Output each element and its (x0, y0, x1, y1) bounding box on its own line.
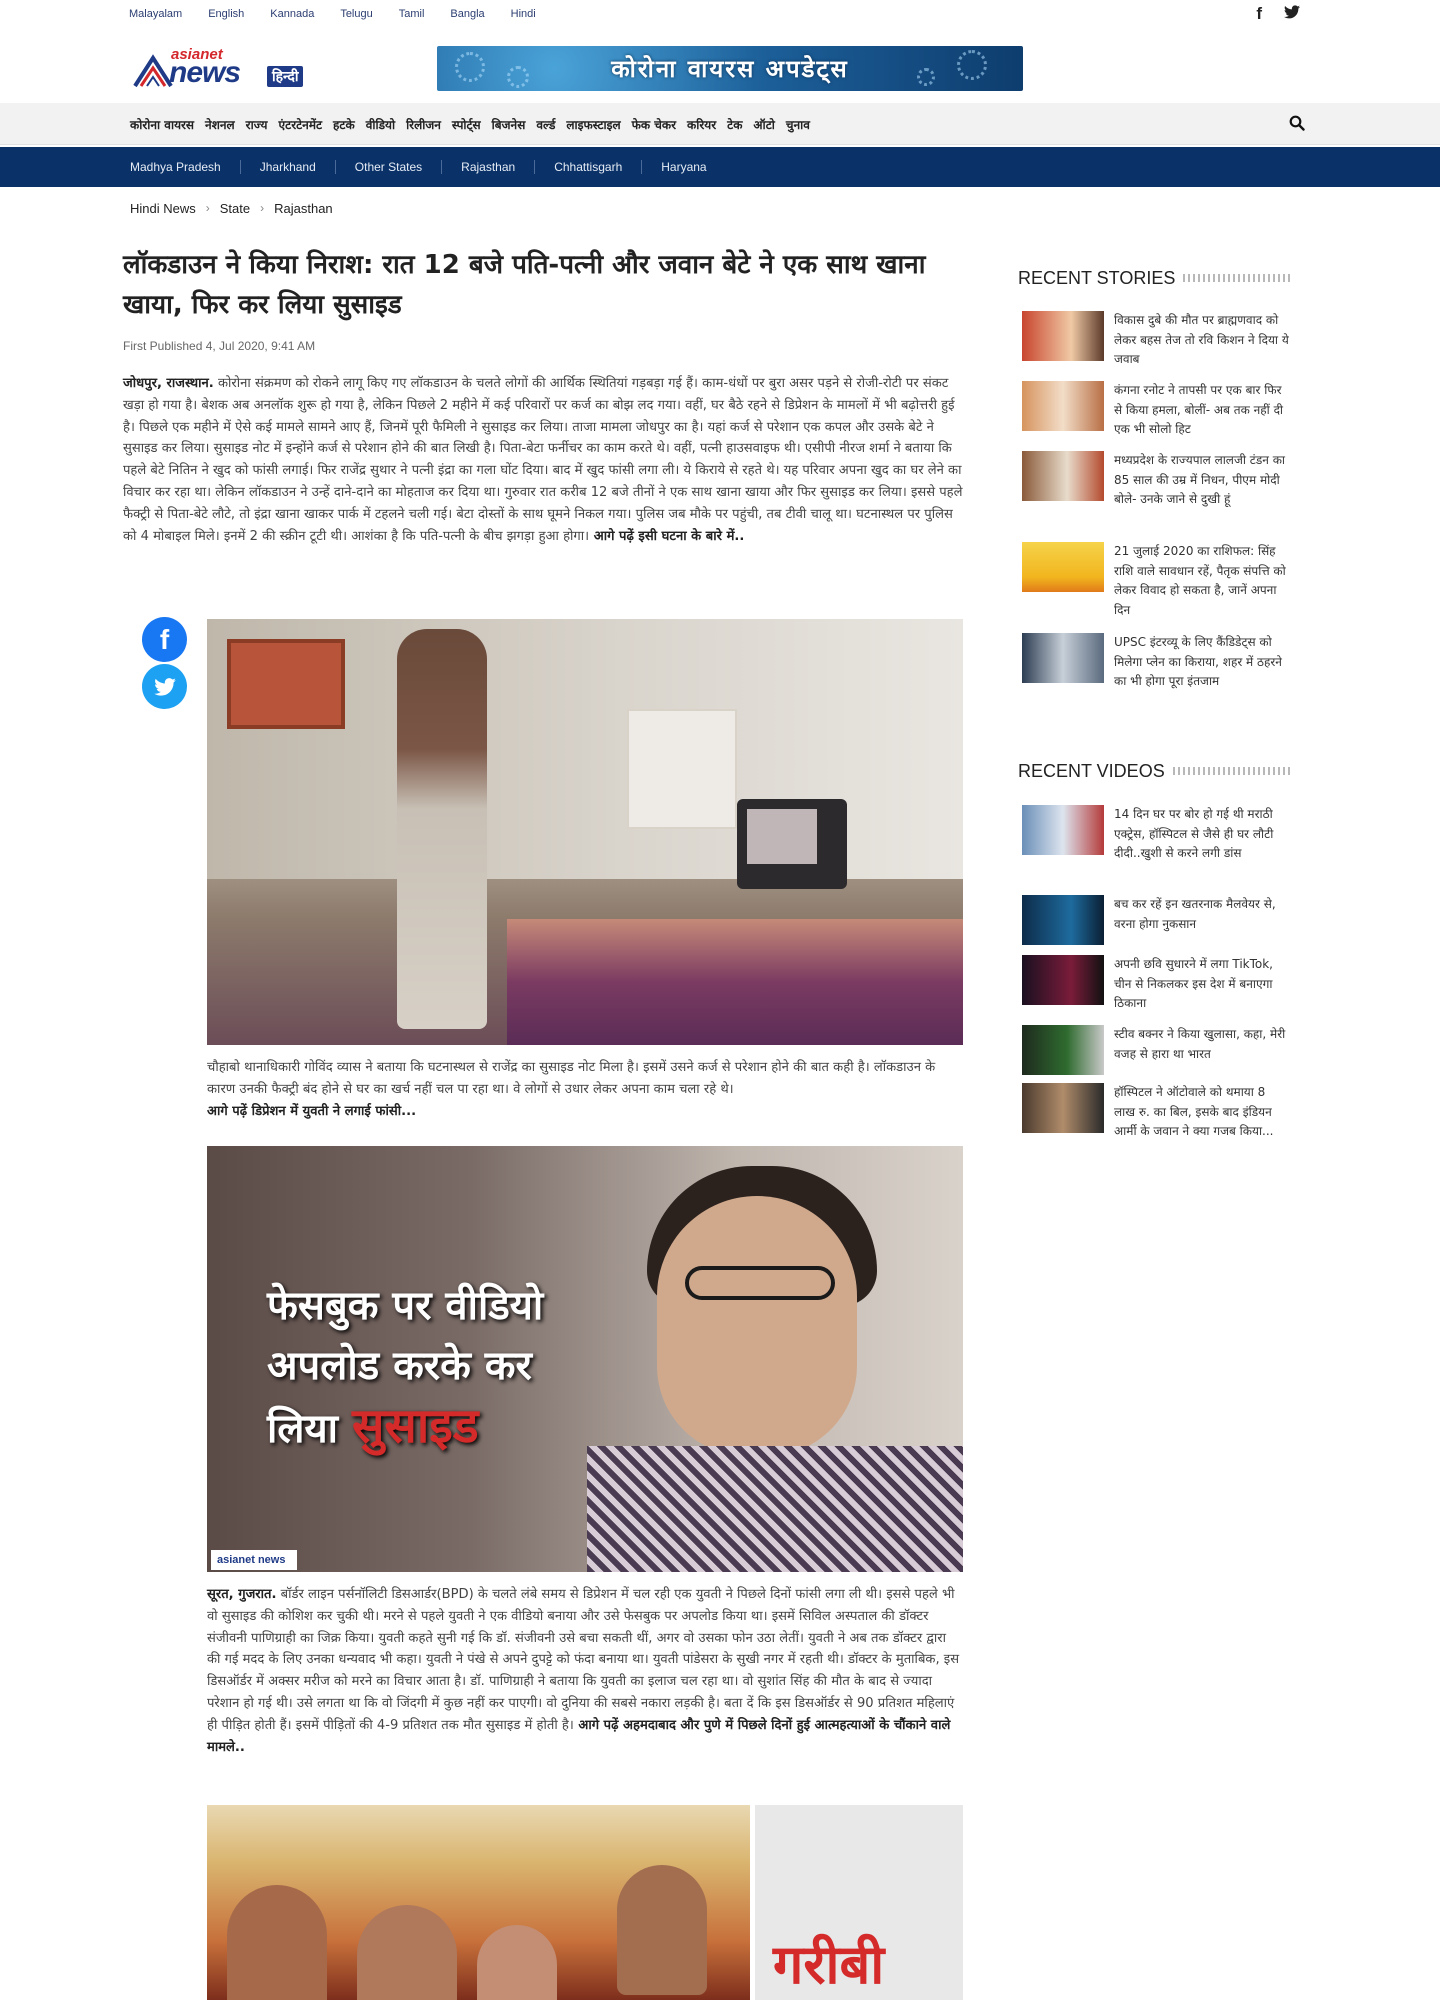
story-title: 21 जुलाई 2020 का राशिफल: सिंह राशि वाले … (1114, 544, 1286, 617)
image4-text: गरीबी (773, 1933, 885, 1996)
breadcrumb-state[interactable]: State (220, 201, 250, 216)
nav-item-tech[interactable]: टेक (727, 116, 742, 133)
caption2-dateline: सूरत, गुजरात. (207, 1587, 277, 1602)
nav-item-religion[interactable]: रिलीजन (406, 116, 441, 133)
search-icon[interactable] (1289, 115, 1305, 135)
story-title: कंगना रनोट ने तापसी पर एक बार फिर से किय… (1114, 383, 1284, 436)
lang-kannada[interactable]: Kannada (270, 8, 314, 20)
story-title: UPSC इंटरव्यू के लिए कैंडिडेट्स को मिलेग… (1114, 635, 1282, 688)
video-title: स्टीव बक्नर ने किया खुलासा, कहा, मेरी वज… (1114, 1027, 1286, 1061)
video-thumbnail (1022, 1083, 1104, 1133)
banner-text: कोरोना वायरस अपडेट्स (611, 55, 849, 83)
story-thumbnail (1022, 311, 1104, 361)
state-subnav: Madhya Pradesh Jharkhand Other States Ra… (0, 147, 1440, 187)
nav-item-career[interactable]: करियर (687, 116, 716, 133)
logo-lang: हिन्दी (267, 66, 304, 87)
facebook-icon[interactable]: f (1256, 4, 1262, 24)
lang-english[interactable]: English (208, 8, 244, 20)
language-list: Malayalam English Kannada Telugu Tamil B… (129, 8, 562, 20)
asianet-watermark: asianet news हिन्दी (211, 1550, 297, 1570)
nav-item-national[interactable]: नेशनल (205, 116, 235, 133)
story-thumbnail (1022, 451, 1104, 501)
subnav-rajasthan[interactable]: Rajasthan (461, 160, 536, 174)
site-logo[interactable]: asianet news हिन्दी (133, 46, 321, 90)
nav-item-business[interactable]: बिजनेस (492, 116, 526, 133)
chevron-right-icon: › (260, 201, 265, 215)
logo-mark-icon (133, 54, 173, 88)
intro-read-more[interactable]: आगे पढ़ें इसी घटना के बारे में.. (589, 529, 745, 544)
main-nav: कोरोना वायरस नेशनल राज्य एंटरटेनमेंट हटक… (0, 103, 1440, 145)
lang-bangla[interactable]: Bangla (450, 8, 484, 20)
article-title: लॉकडाउन ने किया निराश: रात 12 बजे पति-पत… (123, 250, 926, 320)
video-thumbnail (1022, 1025, 1104, 1075)
video-title: 14 दिन घर पर बोर हो गई थी मराठी एक्ट्रेस… (1114, 807, 1274, 860)
corona-updates-banner[interactable]: कोरोना वायरस अपडेट्स (437, 46, 1023, 91)
nav-item-lifestyle[interactable]: लाइफस्टाइल (566, 116, 620, 133)
social-links: f (1256, 4, 1300, 24)
image2-caption: सूरत, गुजरात. बॉर्डर लाइन पर्सनॉलिटी डिस… (207, 1584, 963, 1758)
nav-item-states[interactable]: राज्य (246, 116, 268, 133)
video-thumbnail (1022, 805, 1104, 855)
header: asianet news हिन्दी कोरोना वायरस अपडेट्स (0, 28, 1440, 103)
lang-tamil[interactable]: Tamil (399, 8, 425, 20)
story-title: विकास दुबे की मौत पर ब्राह्मणवाद को लेकर… (1114, 313, 1289, 366)
lang-telugu[interactable]: Telugu (340, 8, 372, 20)
article: लॉकडाउन ने किया निराश: रात 12 बजे पति-पत… (123, 245, 963, 547)
logo-name: news (169, 56, 241, 89)
nav-item-corona[interactable]: कोरोना वायरस (130, 116, 194, 133)
language-bar: Malayalam English Kannada Telugu Tamil B… (0, 0, 1440, 28)
sidebar: RECENT STORIES विकास दुबे की मौत पर ब्रा… (1018, 265, 1290, 1138)
nav-item-auto[interactable]: ऑटो (753, 116, 774, 133)
lang-malayalam[interactable]: Malayalam (129, 8, 182, 20)
subnav-haryana[interactable]: Haryana (661, 160, 725, 174)
caption2-body: बॉर्डर लाइन पर्सनॉलिटी डिसआर्डर(BPD) के … (207, 1587, 960, 1733)
intro-body: कोरोना संक्रमण को रोकने लागू किए गए लॉकड… (123, 376, 963, 544)
article-image-family-room (207, 619, 963, 1045)
breadcrumb: Hindi News › State › Rajasthan (130, 187, 1310, 229)
subnav-jharkhand[interactable]: Jharkhand (260, 160, 336, 174)
twitter-icon[interactable] (1284, 4, 1300, 24)
twitter-share-icon[interactable] (142, 664, 187, 709)
story-thumbnail (1022, 542, 1104, 592)
nav-item-video[interactable]: वीडियो (366, 116, 395, 133)
subnav-madhya-pradesh[interactable]: Madhya Pradesh (130, 160, 241, 174)
article-intro: जोधपुर, राजस्थान. कोरोना संक्रमण को रोकन… (123, 373, 963, 547)
image2-overlay-text: फेसबुक पर वीडियो अपलोड करके कर लिया सुसा… (267, 1283, 544, 1454)
story-thumbnail (1022, 381, 1104, 431)
video-thumbnail (1022, 895, 1104, 945)
published-date: First Published 4, Jul 2020, 9:41 AM (123, 339, 316, 353)
subnav-chhattisgarh[interactable]: Chhattisgarh (554, 160, 643, 174)
caption1-body: चौहाबो थानाधिकारी गोविंद व्यास ने बताया … (207, 1060, 936, 1097)
video-title: बच कर रहें इन खतरनाक मैलवेयर से, वरना हो… (1114, 897, 1276, 931)
nav-item-entertainment[interactable]: एंटरटेनमेंट (279, 116, 323, 133)
chevron-right-icon: › (205, 201, 210, 215)
lang-hindi[interactable]: Hindi (511, 8, 536, 20)
nav-item-hatke[interactable]: हटके (333, 116, 355, 133)
recent-videos-heading: RECENT VIDEOS (1018, 758, 1290, 784)
subnav-other-states[interactable]: Other States (355, 160, 443, 174)
facebook-share-icon[interactable]: f (142, 617, 187, 662)
video-title: हॉस्पिटल ने ऑटोवाले को थमाया 8 लाख रु. क… (1114, 1085, 1274, 1138)
story-title: मध्यप्रदेश के राज्यपाल लालजी टंडन का 85 … (1114, 453, 1286, 506)
nav-item-world[interactable]: वर्ल्ड (536, 116, 555, 133)
nav-item-sports[interactable]: स्पोर्ट्स (452, 116, 481, 133)
article-image-family-photo (207, 1805, 750, 2000)
story-thumbnail (1022, 633, 1104, 683)
share-bar: f (142, 617, 187, 709)
article-image-facebook-video: फेसबुक पर वीडियो अपलोड करके कर लिया सुसा… (207, 1146, 963, 1572)
image1-caption: चौहाबो थानाधिकारी गोविंद व्यास ने बताया … (207, 1057, 963, 1122)
breadcrumb-home[interactable]: Hindi News (130, 201, 196, 216)
video-thumbnail (1022, 955, 1104, 1005)
nav-item-fact-checker[interactable]: फेक चेकर (632, 116, 676, 133)
breadcrumb-rajasthan[interactable]: Rajasthan (274, 201, 333, 216)
caption1-read-more[interactable]: आगे पढ़ें डिप्रेशन में युवती ने लगाई फां… (207, 1104, 416, 1119)
recent-stories-heading: RECENT STORIES (1018, 265, 1290, 291)
article-image-poverty: गरीबी (755, 1805, 963, 2000)
video-title: अपनी छवि सुधारने में लगा TikTok, चीन से … (1114, 957, 1274, 1010)
intro-dateline: जोधपुर, राजस्थान. (123, 376, 214, 391)
nav-item-elections[interactable]: चुनाव (786, 116, 810, 133)
